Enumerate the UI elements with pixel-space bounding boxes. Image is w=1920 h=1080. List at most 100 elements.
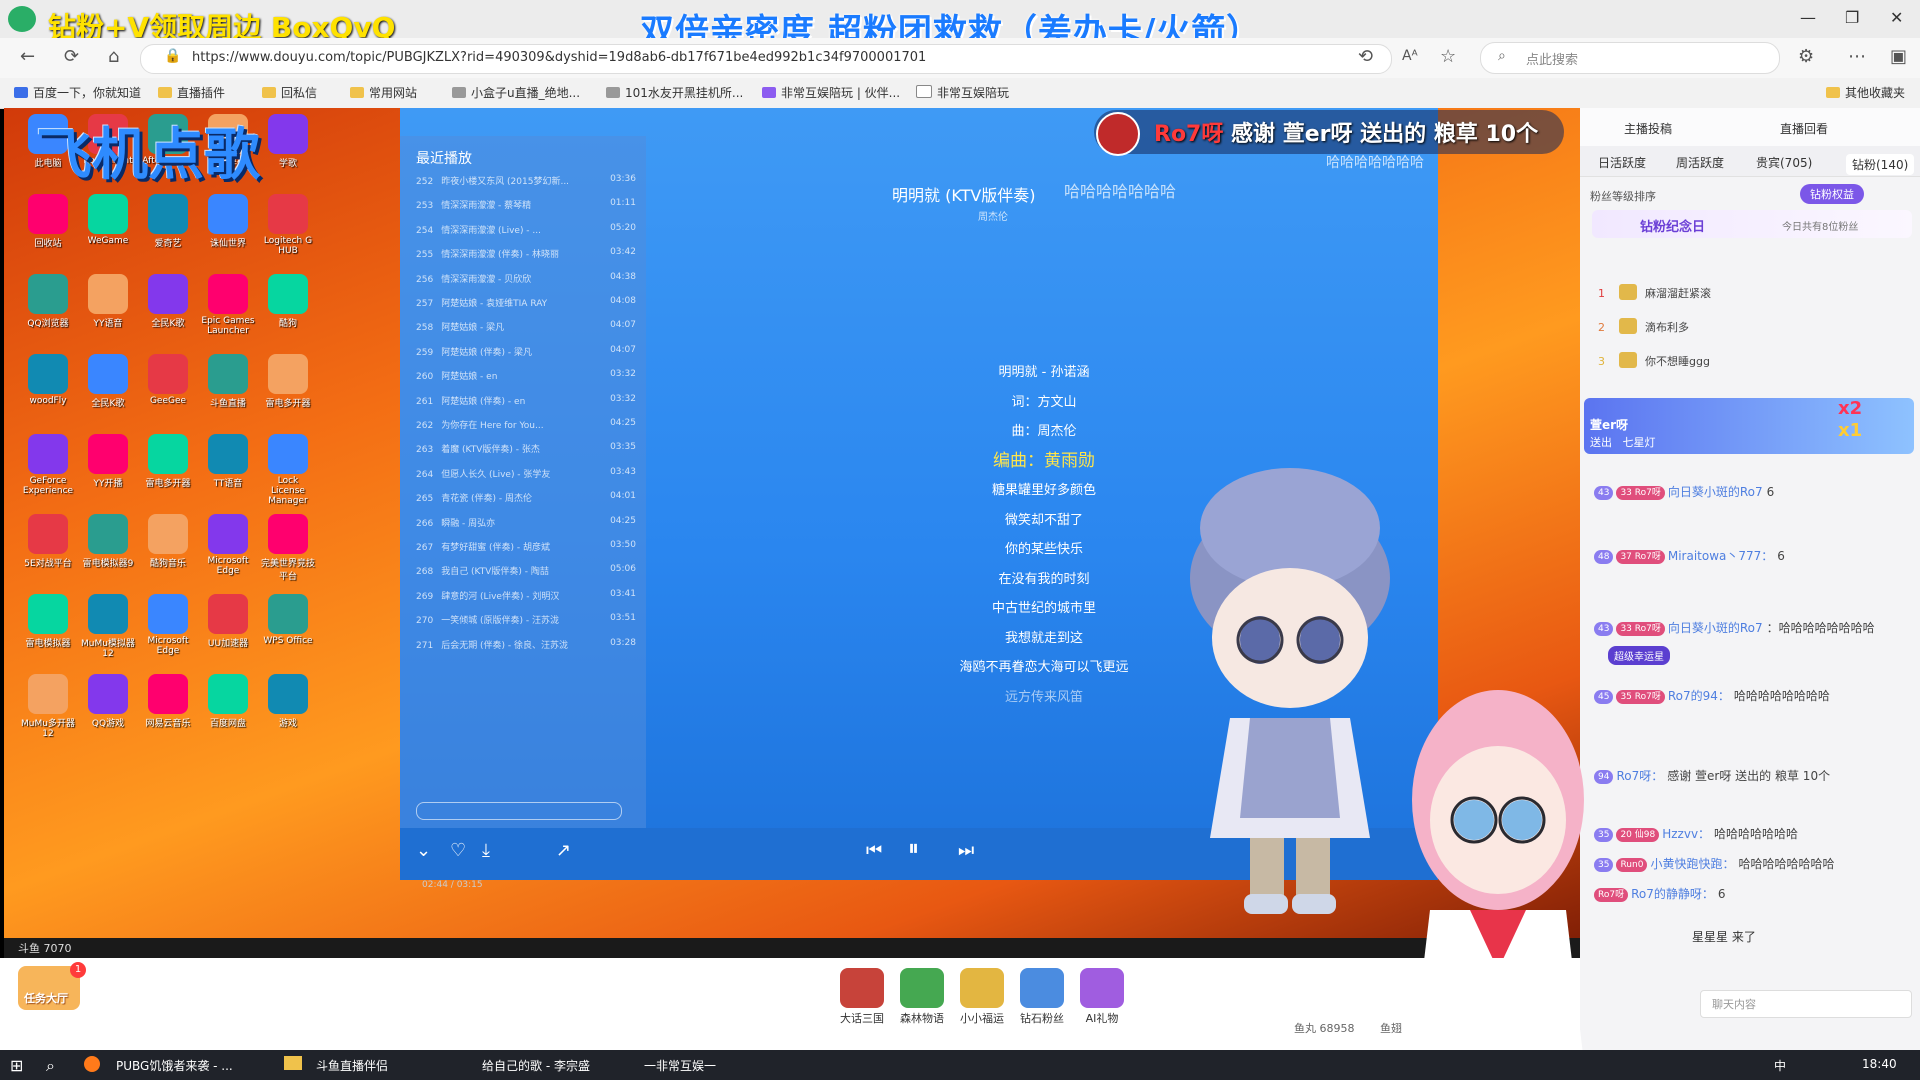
chat-message[interactable]: 43 33 Ro7呀 向日葵小斑的Ro7 ：哈哈哈哈哈哈哈哈	[1594, 618, 1894, 638]
chat-message[interactable]: 35 Run0 小黄快跑快跑： 哈哈哈哈哈哈哈哈	[1594, 854, 1894, 874]
recent-play-label[interactable]: 最近播放	[416, 148, 472, 168]
bookmark-item[interactable]: 回私信	[262, 84, 317, 101]
desktop-icon[interactable]: 雷电模拟器	[20, 594, 76, 649]
desktop-icon[interactable]: woodFly	[20, 354, 76, 406]
desktop-icon[interactable]: YY语音	[80, 274, 136, 329]
streamer-submit-link[interactable]: 主播投稿	[1624, 120, 1672, 137]
playlist-row[interactable]: 259 阿楚姑娘 (伴奏) - 梁凡 04:07	[416, 345, 636, 358]
desktop-icon[interactable]: 诛仙世界	[200, 194, 256, 249]
desktop-icon[interactable]: 游戏	[260, 674, 316, 729]
previous-track-icon[interactable]: ⏮	[866, 840, 882, 861]
desktop-icon[interactable]: YY开播	[80, 434, 136, 489]
restore-icon[interactable]: ❐	[1845, 8, 1859, 27]
chat-message[interactable]: 48 37 Ro7呀 Miraitowa丶777： 6	[1594, 546, 1894, 566]
desktop-icon[interactable]: 全民K歌	[140, 274, 196, 329]
desktop-icon[interactable]: 雷电多开器	[140, 434, 196, 489]
playlist-row[interactable]: 256 情深深雨濛濛 - 贝欣欣 04:38	[416, 272, 636, 285]
firefox-icon[interactable]	[84, 1056, 100, 1072]
playlist-row[interactable]: 261 阿楚姑娘 (伴奏) - en 03:32	[416, 394, 636, 407]
playlist-row[interactable]: 254 情深深雨濛濛 (Live) - ... 05:20	[416, 223, 636, 236]
desktop-icon[interactable]: UU加速器	[200, 594, 256, 649]
bookmark-item[interactable]: 小盒子u直播_绝地...	[452, 84, 580, 101]
pause-icon[interactable]: ⏸	[908, 836, 919, 861]
sidebar-toggle-icon[interactable]: ▣	[1890, 46, 1907, 67]
desktop-icon[interactable]: 百度网盘	[200, 674, 256, 729]
playlist-row[interactable]: 268 我自己 (KTV版伴奏) - 陶喆 05:06	[416, 564, 636, 577]
playlist-row[interactable]: 258 阿楚姑娘 - 梁凡 04:07	[416, 320, 636, 333]
read-aloud-icon[interactable]: Aᴬ	[1402, 48, 1418, 64]
download-icon[interactable]: ⤓	[482, 840, 490, 861]
ime-indicator[interactable]: 中	[1774, 1057, 1786, 1074]
playlist-row[interactable]: 269 肆意的河 (Live伴奏) - 刘明汉 03:41	[416, 589, 636, 602]
bookmark-item[interactable]: 非常互娱陪玩	[916, 84, 1009, 101]
desktop-icon[interactable]: 酷狗音乐	[140, 514, 196, 569]
playlist-row[interactable]: 263 着魔 (KTV版伴奏) - 张杰 03:35	[416, 442, 636, 455]
desktop-icon[interactable]: TT语音	[200, 434, 256, 489]
taskbar-app-douyu[interactable]: 斗鱼直播伴侣	[316, 1057, 388, 1074]
bookmark-item[interactable]: 非常互娱陪玩 | 伙伴...	[762, 84, 900, 101]
extensions-icon[interactable]: ⚙	[1798, 46, 1814, 67]
search-input[interactable]	[1480, 42, 1780, 74]
translate-icon[interactable]: ⟲	[1358, 46, 1373, 67]
playlist-row[interactable]: 266 瞬融 - 周弘亦 04:25	[416, 516, 636, 529]
rank-row[interactable]: 2 滴布利多	[1598, 318, 1898, 335]
taskbar-search-icon[interactable]: ⌕	[46, 1056, 55, 1076]
desktop-icon[interactable]: WeGame	[80, 194, 136, 246]
playlist-row[interactable]: 253 情深深雨濛濛 - 蔡琴精 01:11	[416, 198, 636, 211]
chat-message[interactable]: 43 33 Ro7呀 向日葵小斑的Ro7 6	[1594, 482, 1894, 502]
desktop-icon[interactable]: Microsoft Edge	[140, 594, 196, 656]
playlist-row[interactable]: 260 阿楚姑娘 - en 03:32	[416, 369, 636, 382]
taskbar-app-pubg[interactable]: PUBG饥饿者来袭 - ...	[116, 1057, 233, 1074]
playlist-row[interactable]: 267 有梦好甜蜜 (伴奏) - 胡彦斌 03:50	[416, 540, 636, 553]
chat-user-name[interactable]: Ro7呀：	[1616, 769, 1663, 783]
like-heart-icon[interactable]: ♡	[450, 840, 466, 861]
tab-vip[interactable]: 贵宾(705)	[1756, 154, 1812, 171]
desktop-icon[interactable]: MuMu多开器12	[20, 674, 76, 739]
tab-diamond-fans[interactable]: 钻粉(140)	[1846, 154, 1915, 175]
bookmark-item[interactable]: 百度一下，你就知道	[14, 84, 141, 101]
desktop-icon[interactable]: Epic Games Launcher	[200, 274, 256, 336]
desktop-icon[interactable]: 网易云音乐	[140, 674, 196, 729]
chat-user-name[interactable]: 小黄快跑快跑：	[1650, 857, 1734, 871]
chat-message[interactable]: Ro7呀 Ro7的静静呀： 6	[1594, 884, 1894, 904]
file-explorer-icon[interactable]	[284, 1056, 302, 1070]
home-icon[interactable]: ⌂	[108, 46, 119, 67]
back-icon[interactable]: ←	[20, 46, 35, 67]
tab-daily-activity[interactable]: 日活跃度	[1598, 154, 1646, 171]
windows-start-icon[interactable]: ⊞	[10, 1056, 23, 1075]
desktop-icon[interactable]: GeeGee	[140, 354, 196, 406]
playlist-row[interactable]: 252 昨夜小楼又东风 (2015梦幻新... 03:36	[416, 174, 636, 187]
bookmark-item[interactable]: 常用网站	[350, 84, 417, 101]
desktop-icon[interactable]: 斗鱼直播	[200, 354, 256, 409]
collapse-icon[interactable]: ⌄	[416, 840, 431, 861]
chat-user-name[interactable]: 向日葵小斑的Ro7	[1668, 485, 1763, 499]
desktop-icon[interactable]: Microsoft Edge	[200, 514, 256, 576]
desktop-icon[interactable]: WPS Office	[260, 594, 316, 646]
playlist-row[interactable]: 270 一笑倾城 (原版伴奏) - 汪苏泷 03:51	[416, 613, 636, 626]
desktop-icon[interactable]: Lock License Manager	[260, 434, 316, 506]
playlist-row[interactable]: 264 但愿人长久 (Live) - 张学友 03:43	[416, 467, 636, 480]
rank-row[interactable]: 3 你不想睡ggg	[1598, 352, 1898, 369]
playlist-row[interactable]: 257 阿楚姑娘 - 袁娅维TIA RAY 04:08	[416, 296, 636, 309]
desktop-icon[interactable]: 雷电模拟器9	[80, 514, 136, 569]
more-menu-icon[interactable]: ⋯	[1848, 46, 1866, 67]
rank-row[interactable]: 1 麻溜溜赶紧滚	[1598, 284, 1898, 301]
desktop-icon[interactable]: Logitech G HUB	[260, 194, 316, 256]
next-track-icon[interactable]: ⏭	[958, 840, 974, 861]
chat-message[interactable]: 45 35 Ro7呀 Ro7的94： 哈哈哈哈哈哈哈哈	[1594, 686, 1894, 706]
playlist-row[interactable]: 271 后会无期 (伴奏) - 徐良、汪苏泷 03:28	[416, 638, 636, 651]
chat-message[interactable]: 35 20 仙98 Hzzvv： 哈哈哈哈哈哈哈	[1594, 824, 1894, 844]
desktop-icon[interactable]: 完美世界竞技平台	[260, 514, 316, 582]
chat-user-name[interactable]: Miraitowa丶777：	[1668, 549, 1773, 563]
desktop-icon[interactable]: MuMu模拟器12	[80, 594, 136, 659]
bookmark-folder-other[interactable]: 其他收藏夹	[1826, 84, 1905, 101]
desktop-icon[interactable]: 回收站	[20, 194, 76, 249]
activity-icon[interactable]	[840, 968, 884, 1008]
desktop-icon[interactable]: 酷狗	[260, 274, 316, 329]
taskbar-app-music[interactable]: 给自己的歌 - 李宗盛	[482, 1057, 590, 1074]
desktop-icon[interactable]: 全民K歌	[80, 354, 136, 409]
activity-icon[interactable]	[900, 968, 944, 1008]
tab-weekly-activity[interactable]: 周活跃度	[1676, 154, 1724, 171]
activity-icon[interactable]	[1020, 968, 1064, 1008]
desktop-icon[interactable]: QQ游戏	[80, 674, 136, 729]
